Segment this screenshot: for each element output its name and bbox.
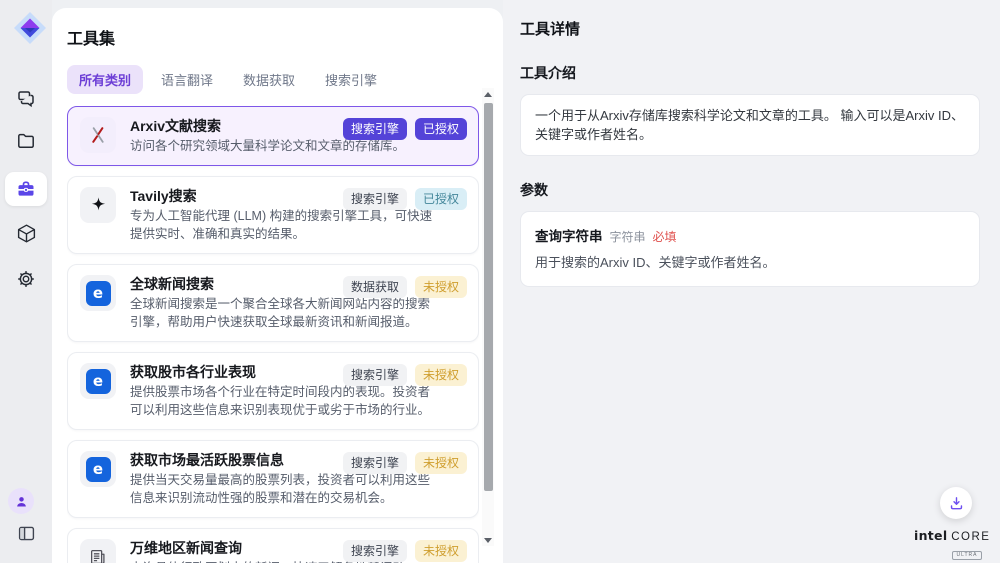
page-title: 工具集 [67,25,503,49]
auth-status-badge: 未授权 [415,364,467,386]
param-required-flag: 必填 [653,228,677,245]
tool-card-sector-performance[interactable]: e 获取股市各行业表现 提供股票市场各个行业在特定时间段内的表现。投资者可以利用… [67,352,479,430]
scroll-down-arrow[interactable] [482,534,494,546]
param-type: 字符串 [610,228,646,245]
param-name: 查询字符串 [535,225,603,245]
category-badge: 搜索引擎 [343,540,407,562]
auth-status-badge: 已授权 [415,188,467,210]
tools-panel: 工具集 所有类别 语言翻译 数据获取 搜索引擎 Arxiv文献搜索 访问各个研究… [52,8,503,563]
core-wordmark: CORE [951,531,990,543]
auth-status-badge: 未授权 [415,452,467,474]
settings-gear-icon[interactable] [11,264,41,294]
intel-core-logo: intel CORE ULTRA [914,528,986,561]
auth-status-badge: 未授权 [415,540,467,562]
tool-list: Arxiv文献搜索 访问各个研究领域大量科学论文和文章的存储库。 搜索引擎 已授… [67,106,479,563]
param-description: 用于搜索的Arxiv ID、关键字或作者姓名。 [535,252,965,271]
cube-icon[interactable] [11,218,41,248]
tool-description: 提供当天交易量最高的股票列表，投资者可以利用这些信息来识别流动性强的股票和潜在的… [130,471,442,507]
scrollbar-thumb[interactable] [484,103,493,491]
juhe-data-icon: e [80,275,116,311]
newspaper-icon [80,539,116,563]
folder-icon[interactable] [11,126,41,156]
tool-card-regional-news[interactable]: 万维地区新闻查询 查询具体行政区划内的新闻，快速了解各地新闻动 搜索引擎 未授权 [67,528,479,563]
tool-detail-panel: 工具详情 工具介绍 一个用于从Arxiv存储库搜索科学论文和文章的工具。 输入可… [503,0,1000,563]
ultra-badge: ULTRA [952,551,981,560]
tab-search-engine[interactable]: 搜索引擎 [313,65,389,94]
tool-card-global-news[interactable]: e 全球新闻搜索 全球新闻搜索是一个聚合全球各大新闻网站内容的搜索引擎，帮助用户… [67,264,479,342]
params-heading: 参数 [520,180,980,200]
tool-description: 提供股票市场各个行业在特定时间段内的表现。投资者可以利用这些信息来识别表现优于或… [130,383,442,419]
tool-card-arxiv[interactable]: Arxiv文献搜索 访问各个研究领域大量科学论文和文章的存储库。 搜索引擎 已授… [67,106,479,166]
intro-card: 一个用于从Arxiv存储库搜索科学论文和文章的工具。 输入可以是Arxiv ID… [520,94,980,156]
left-rail [0,0,52,563]
app-logo [12,10,48,46]
auth-status-badge: 未授权 [415,276,467,298]
tool-description: 专为人工智能代理 (LLM) 构建的搜索引擎工具，可快速提供实时、准确和真实的结… [130,207,442,243]
tool-description: 全球新闻搜索是一个聚合全球各大新闻网站内容的搜索引擎，帮助用户快速获取全球最新资… [130,295,442,331]
juhe-data-icon: e [80,363,116,399]
category-badge: 搜索引擎 [343,118,407,140]
scroll-up-arrow[interactable] [482,88,494,100]
tab-language-translation[interactable]: 语言翻译 [149,65,225,94]
intro-heading: 工具介绍 [520,63,980,83]
category-badge: 搜索引擎 [343,188,407,210]
download-button[interactable] [940,487,972,519]
tool-card-most-active-stocks[interactable]: e 获取市场最活跃股票信息 提供当天交易量最高的股票列表，投资者可以利用这些信息… [67,440,479,518]
category-tabs: 所有类别 语言翻译 数据获取 搜索引擎 [67,65,503,94]
tab-all-categories[interactable]: 所有类别 [67,65,143,94]
param-card: 查询字符串 字符串 必填 用于搜索的Arxiv ID、关键字或作者姓名。 [520,211,980,287]
sparkle-icon [80,187,116,223]
tool-card-tavily[interactable]: Tavily搜索 专为人工智能代理 (LLM) 构建的搜索引擎工具，可快速提供实… [67,176,479,254]
user-avatar[interactable] [8,488,34,514]
chat-icon[interactable] [11,84,41,114]
juhe-data-icon: e [80,451,116,487]
intro-text: 一个用于从Arxiv存储库搜索科学论文和文章的工具。 输入可以是Arxiv ID… [535,108,964,142]
intel-wordmark: intel [914,528,947,543]
sidebar-toggle-icon[interactable] [11,518,41,548]
auth-status-badge: 已授权 [415,118,467,140]
scrollbar[interactable] [482,88,494,546]
toolbox-icon-active[interactable] [5,172,47,206]
category-badge: 数据获取 [343,276,407,298]
tab-data-fetch[interactable]: 数据获取 [231,65,307,94]
detail-title: 工具详情 [520,18,980,39]
category-badge: 搜索引擎 [343,452,407,474]
arxiv-x-icon [80,117,116,153]
category-badge: 搜索引擎 [343,364,407,386]
